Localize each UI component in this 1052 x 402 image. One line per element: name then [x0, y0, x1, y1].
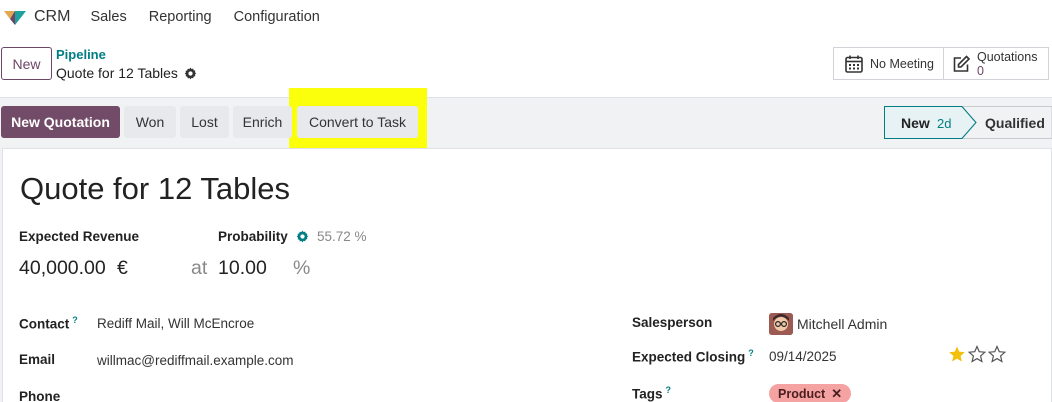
form-sheet: Quote for 12 Tables Expected Revenue 40,…: [2, 148, 1052, 402]
tags-label-text: Tags: [632, 386, 663, 402]
contact-label: Contact?: [19, 315, 78, 332]
percent-sign: %: [293, 257, 311, 279]
new-button[interactable]: New: [1, 47, 52, 80]
top-navbar: CRM Sales Reporting Configuration: [0, 0, 1052, 34]
expected-revenue-value[interactable]: 40,000.00: [19, 257, 106, 280]
app-name[interactable]: CRM: [34, 8, 70, 26]
star-empty-icon[interactable]: [968, 345, 986, 363]
contact-value[interactable]: Rediff Mail, Will McEncroe: [97, 316, 254, 331]
meeting-smart-button[interactable]: No Meeting: [833, 47, 944, 80]
breadcrumb-current: Quote for 12 Tables: [56, 65, 197, 81]
meeting-label: No Meeting: [870, 56, 934, 71]
quotations-count: 0: [977, 63, 984, 78]
lost-button[interactable]: Lost: [180, 106, 229, 138]
opportunity-title[interactable]: Quote for 12 Tables: [20, 171, 290, 207]
quotations-label: Quotations: [977, 49, 1038, 64]
enrich-button[interactable]: Enrich: [233, 106, 292, 138]
menu-sales[interactable]: Sales: [90, 9, 126, 25]
salesperson-value[interactable]: Mitchell Admin: [797, 316, 887, 332]
expected-closing-label: Expected Closing?: [632, 348, 754, 365]
probability-computed: 55.72 %: [317, 229, 367, 244]
tag-label: Product: [778, 386, 826, 401]
avatar-image-icon: [769, 313, 793, 335]
stage-qualified[interactable]: Qualified: [985, 115, 1045, 131]
expected-closing-label-text: Expected Closing: [632, 349, 746, 365]
tag-product[interactable]: Product ✕: [769, 384, 852, 402]
control-panel: New Pipeline Quote for 12 Tables No Meet…: [0, 34, 1052, 98]
avatar: [769, 313, 793, 335]
menu-configuration[interactable]: Configuration: [234, 9, 320, 25]
cog-icon[interactable]: [296, 230, 309, 243]
crm-logo-icon[interactable]: [2, 4, 28, 30]
probability-label: Probability: [218, 229, 288, 244]
expected-closing-value[interactable]: 09/14/2025: [769, 349, 837, 364]
probability-value[interactable]: 10.00: [218, 257, 267, 280]
at-text: at: [191, 257, 208, 279]
won-button[interactable]: Won: [124, 106, 176, 138]
quotations-smart-button[interactable]: Quotations 0: [944, 47, 1049, 80]
stage-pipeline: New 2d Qualified: [884, 106, 1052, 139]
breadcrumb-current-label: Quote for 12 Tables: [56, 65, 178, 81]
star-filled-icon[interactable]: [948, 345, 966, 363]
tags-label: Tags?: [632, 385, 671, 402]
priority-stars: [948, 345, 1006, 363]
contact-label-text: Contact: [19, 316, 70, 332]
contact-help-icon[interactable]: ?: [72, 315, 78, 325]
phone-label: Phone: [19, 389, 61, 402]
tags-help-icon[interactable]: ?: [666, 385, 672, 395]
stage-new[interactable]: New: [901, 115, 930, 131]
email-value[interactable]: willmac@rediffmail.example.com: [97, 353, 294, 368]
expected-revenue-label: Expected Revenue: [19, 229, 140, 244]
new-quotation-button[interactable]: New Quotation: [1, 106, 120, 138]
convert-to-task-button[interactable]: Convert to Task: [297, 106, 418, 138]
currency-symbol: €: [117, 257, 128, 279]
expected-closing-help-icon[interactable]: ?: [748, 348, 754, 358]
stage-new-duration: 2d: [937, 116, 952, 131]
breadcrumb-pipeline[interactable]: Pipeline: [56, 47, 106, 62]
email-label: Email: [19, 352, 56, 367]
salesperson-label: Salesperson: [632, 315, 713, 330]
star-empty-icon[interactable]: [988, 345, 1006, 363]
edit-icon: [953, 54, 971, 72]
tag-remove-icon[interactable]: ✕: [831, 387, 842, 400]
gear-icon[interactable]: [184, 67, 197, 80]
menu-reporting[interactable]: Reporting: [149, 9, 212, 25]
calendar-icon: [845, 55, 863, 73]
